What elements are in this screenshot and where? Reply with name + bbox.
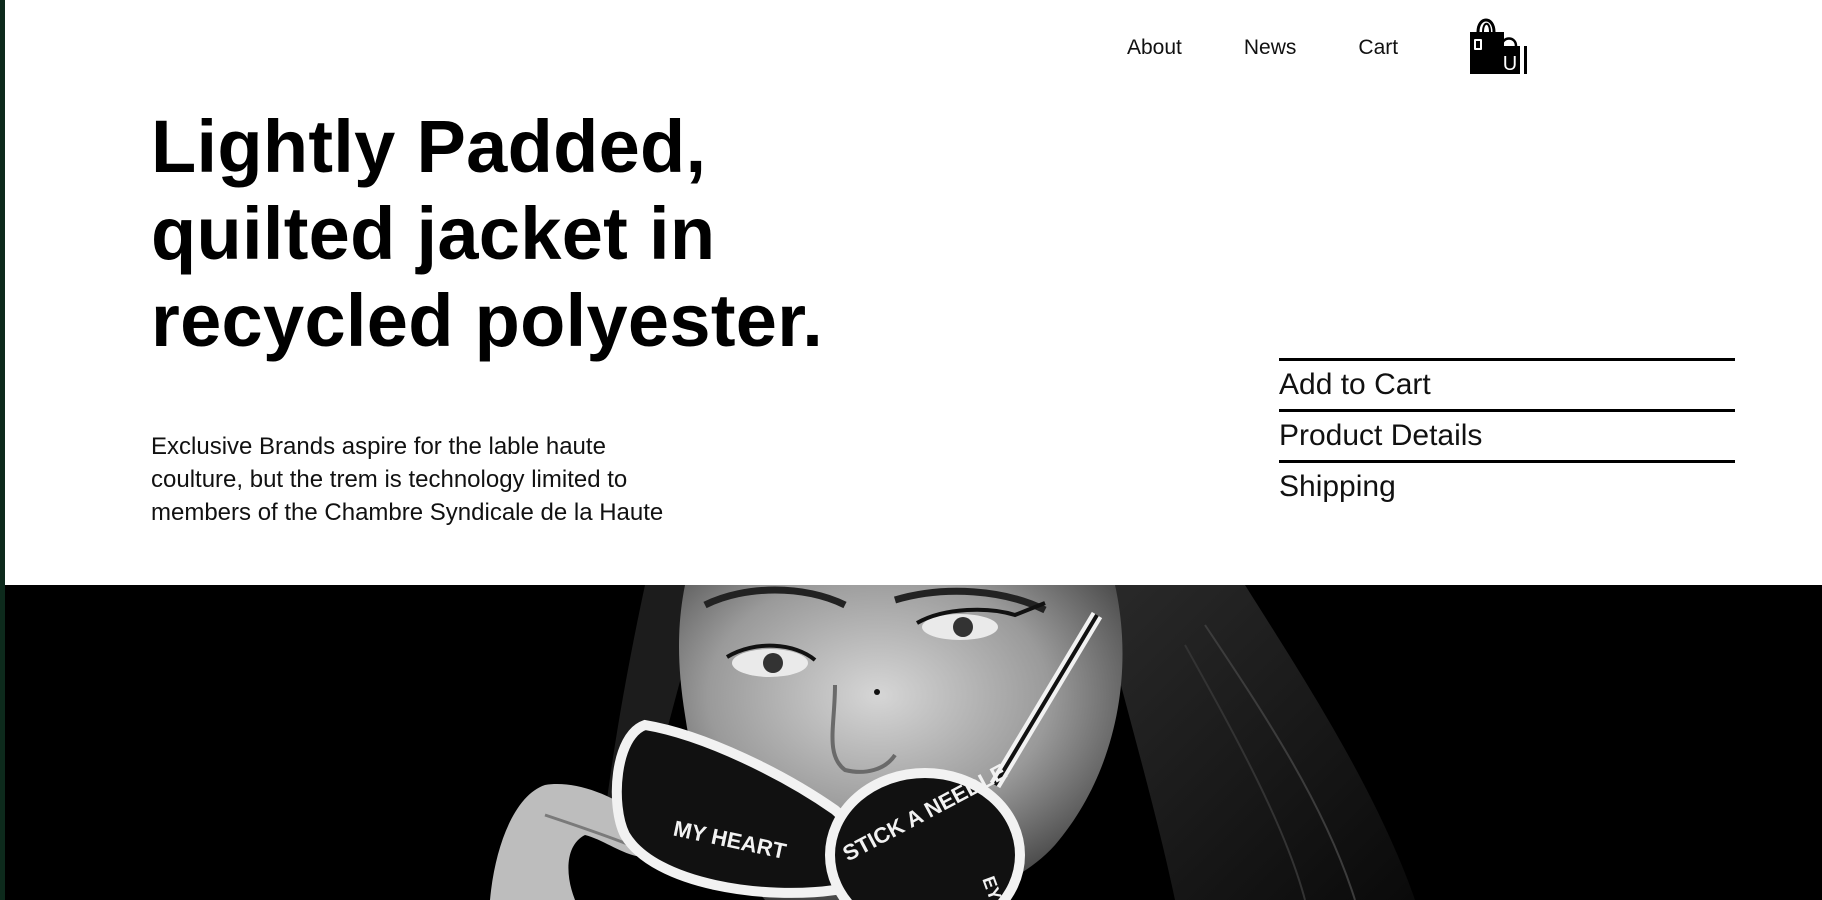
product-title: Lightly Padded, quilted jacket in recycl… xyxy=(151,103,911,364)
product-description: Exclusive Brands aspire for the lable ha… xyxy=(151,430,751,529)
description-line: coulture, but the trem is technology lim… xyxy=(151,466,628,493)
product-title-line: Lightly Padded, xyxy=(151,105,707,188)
shipping-label: Shipping xyxy=(1279,470,1396,503)
product-details-tab[interactable]: Product Details xyxy=(1279,409,1735,460)
shopping-bag-icon[interactable]: U xyxy=(1464,12,1532,78)
nav-link-about[interactable]: About xyxy=(1127,36,1182,60)
hero-image: STICK A NEEDLE MY HEART EYE xyxy=(5,585,1822,900)
nav-link-cart[interactable]: Cart xyxy=(1358,36,1398,60)
bag-letter: U xyxy=(1503,53,1517,75)
nav-link-news[interactable]: News xyxy=(1244,36,1297,60)
product-title-line: quilted jacket in xyxy=(151,192,716,275)
product-title-line: recycled polyester. xyxy=(151,279,824,362)
model-portrait: STICK A NEEDLE MY HEART EYE xyxy=(490,585,1415,900)
description-line: members of the Chambre Syndicale de la H… xyxy=(151,499,664,526)
shipping-tab[interactable]: Shipping xyxy=(1279,460,1735,511)
add-to-cart-label: Add to Cart xyxy=(1279,368,1431,401)
add-to-cart-button[interactable]: Add to Cart xyxy=(1279,358,1735,409)
top-nav: About News Cart xyxy=(1127,36,1398,60)
page: About News Cart U Lightly Padded, quilte… xyxy=(5,0,1822,900)
product-actions: Add to Cart Product Details Shipping xyxy=(1279,358,1735,511)
product-details-label: Product Details xyxy=(1279,419,1483,452)
description-line: Exclusive Brands aspire for the lable ha… xyxy=(151,433,606,460)
